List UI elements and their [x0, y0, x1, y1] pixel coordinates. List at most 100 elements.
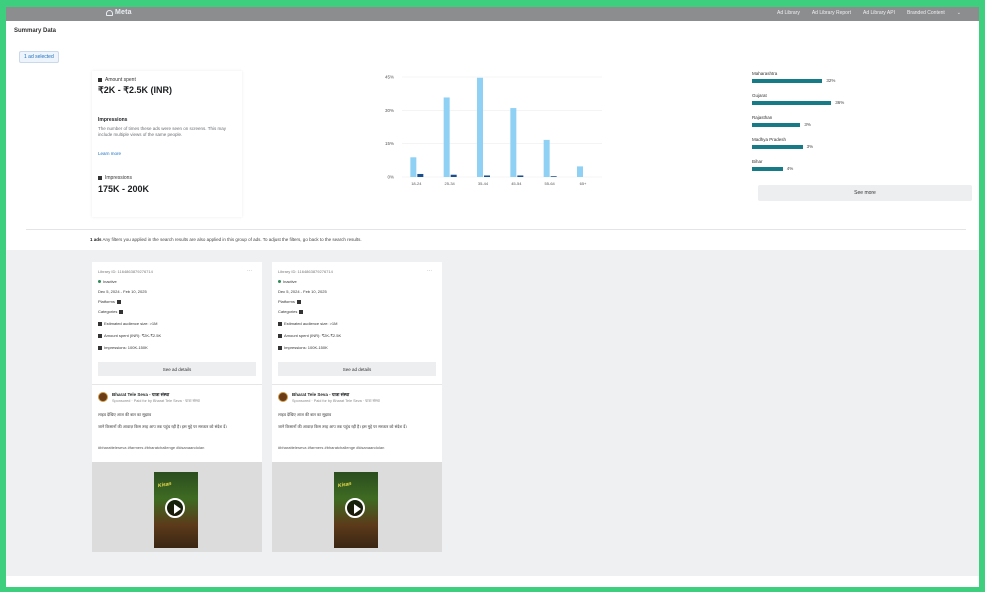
see-more-button[interactable]: See more — [758, 185, 972, 201]
top-navigation-bar: Meta Ad Library Ad Library Report Ad Lib… — [6, 7, 979, 21]
x-tick-label: 25-34 — [445, 181, 456, 186]
ad-dates: Dec 5, 2024 - Feb 10, 2025 — [98, 289, 147, 294]
region-row: Maharashtra 32% — [752, 71, 970, 93]
nav-ad-library[interactable]: Ad Library — [777, 10, 800, 16]
play-icon[interactable] — [345, 498, 365, 518]
video-thumbnail[interactable]: Kisan — [334, 472, 378, 548]
page-title: Summary Data — [14, 28, 57, 34]
more-options-icon[interactable]: ··· — [427, 268, 432, 274]
wallet-icon — [98, 78, 102, 82]
estimated-audience-text: Estimated audience size: >1M — [284, 321, 338, 326]
chart-bar — [517, 175, 524, 177]
y-tick-label: 30% — [385, 108, 394, 113]
platforms-label: Platforms — [98, 299, 115, 304]
header-nav: Ad Library Ad Library Report Ad Library … — [777, 10, 961, 16]
region-label: Maharashtra — [752, 71, 778, 76]
thumbnail-graphic: Kisan — [337, 480, 353, 490]
meta-logo-icon — [106, 9, 113, 16]
ad-amount-spent: Amount spent (INR): ₹2K-₹2.5K — [98, 333, 161, 338]
meta-logo[interactable]: Meta — [106, 9, 132, 16]
impressions-label: Impressions — [98, 175, 132, 181]
app-frame: Meta Ad Library Ad Library Report Ad Lib… — [6, 7, 979, 587]
ad-status-text: Inactive — [283, 279, 297, 284]
ad-status-text: Inactive — [103, 279, 117, 284]
category-icon — [119, 309, 124, 314]
library-id: Library ID: 1164863879276714 — [278, 269, 333, 274]
platforms-label: Platforms — [278, 299, 295, 304]
age-chart-svg: 0% 15% 30% 45% 18-24 25-34 35-44 45-54 55-64 65+ — [385, 75, 602, 186]
video-thumbnail[interactable]: Kisan — [154, 472, 198, 548]
region-bar — [752, 167, 783, 171]
region-label: Rajasthan — [752, 115, 773, 120]
more-options-icon[interactable]: ··· — [247, 268, 252, 274]
play-icon[interactable] — [165, 498, 185, 518]
advertiser-name[interactable]: Bharat Tele Seva - यात्रा संस्था — [292, 392, 349, 398]
ad-hashtags: #bharatteleseva #farmers #bharatchalleng… — [98, 445, 205, 450]
chart-bar — [450, 174, 457, 177]
region-bar — [752, 123, 801, 127]
impressions-value: 175K - 200K — [98, 184, 150, 194]
ad-impressions-text: Impressions: 100K-150K — [104, 345, 148, 350]
thumbnail-graphic: Kisan — [157, 480, 173, 490]
ad-impressions-text: Impressions: 100K-150K — [284, 345, 328, 350]
category-icon — [299, 309, 304, 314]
region-row: Bihar 4% — [752, 159, 970, 181]
ad-media: Kisan — [92, 462, 262, 552]
region-percent: 32% — [826, 78, 836, 83]
facebook-icon — [296, 299, 301, 304]
see-ad-details-button[interactable]: See ad details — [98, 362, 256, 376]
card-separator — [92, 384, 262, 385]
section-divider — [26, 229, 966, 230]
ad-platforms: Platforms — [98, 299, 121, 304]
region-bar — [752, 79, 823, 83]
region-breakdown: Maharashtra 32% Gujarat 36% Rajasthan 3% Madhy… — [752, 71, 970, 181]
status-dot-icon — [98, 280, 101, 283]
ad-impressions: Impressions: 100K-150K — [278, 345, 328, 350]
region-label: Gujarat — [752, 93, 767, 98]
region-label: Bihar — [752, 159, 763, 164]
filter-notice: 1 ads Any filters you applied in the sea… — [90, 237, 362, 242]
ad-dates: Dec 5, 2024 - Feb 10, 2025 — [278, 289, 327, 294]
region-percent: 36% — [835, 100, 845, 105]
see-ad-details-button[interactable]: See ad details — [278, 362, 436, 376]
chart-bar — [410, 157, 417, 177]
spend-summary-card: Amount spent ₹2K - ₹2.5K (INR) Impressio… — [92, 71, 242, 217]
sponsored-label: Sponsored · Paid for by Bharat Tele Seva… — [292, 399, 380, 403]
advertiser-name[interactable]: Bharat Tele Seva - यात्रा संस्था — [112, 392, 169, 398]
chart-bar — [550, 176, 557, 177]
age-gender-chart: 0% 15% 30% 45% 18-24 25-34 35-44 45-54 55-64 65+ — [368, 69, 608, 189]
ad-status: Inactive — [98, 279, 117, 284]
amount-spent-label: Amount spent — [98, 77, 136, 83]
ad-status: Inactive — [278, 279, 297, 284]
ad-impressions: Impressions: 100K-150K — [98, 345, 148, 350]
ad-platforms: Platforms — [278, 299, 301, 304]
ad-card: Library ID: 1164863879276714 ··· Inactiv… — [92, 262, 262, 552]
nav-ad-library-api[interactable]: Ad Library API — [863, 10, 895, 16]
estimated-audience: Estimated audience size: >1M — [278, 321, 337, 326]
audience-icon — [98, 321, 102, 326]
ad-media: Kisan — [272, 462, 442, 552]
region-bar — [752, 145, 803, 149]
tab-ads-selected[interactable]: 1 ad selected — [19, 51, 59, 63]
estimated-audience-text: Estimated audience size: >1M — [104, 321, 158, 326]
chart-bar — [543, 139, 550, 177]
advertiser-avatar[interactable] — [278, 392, 288, 402]
categories-label: Categories — [98, 309, 118, 314]
x-tick-label: 45-54 — [511, 181, 522, 186]
ad-body-text-2: जाने किसानों की आवाज़ किस तरह आप तक पहुं… — [98, 424, 227, 429]
chevron-down-icon[interactable]: ⌄ — [957, 10, 961, 16]
status-dot-icon — [278, 280, 281, 283]
ad-categories: Categories — [98, 309, 124, 314]
advertiser-avatar[interactable] — [98, 392, 108, 402]
ad-card: Library ID: 1164863879276714 ··· Inactiv… — [272, 262, 442, 552]
x-tick-label: 35-44 — [478, 181, 489, 186]
region-row: Gujarat 36% — [752, 93, 970, 115]
chart-bar — [577, 166, 583, 177]
nav-branded-content[interactable]: Branded Content — [907, 10, 945, 16]
categories-label: Categories — [278, 309, 298, 314]
impressions-icon — [98, 345, 102, 350]
chart-bar — [510, 108, 517, 177]
learn-more-link[interactable]: Learn more — [98, 151, 121, 156]
nav-ad-library-report[interactable]: Ad Library Report — [812, 10, 851, 16]
impressions-icon — [278, 345, 282, 350]
